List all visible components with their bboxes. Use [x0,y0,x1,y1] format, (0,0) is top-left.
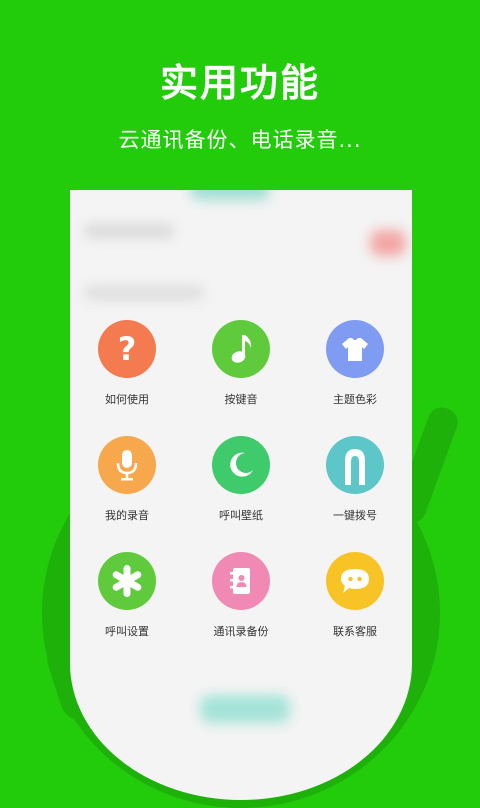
blurred-tab [190,190,270,200]
moon-icon [212,436,270,494]
tshirt-icon [326,320,384,378]
feature-one-key-dial[interactable]: 一键拨号 [298,436,412,534]
feature-label: 按键音 [224,393,258,406]
blurred-badge [370,230,406,256]
feature-label: 联系客服 [333,625,377,638]
feature-label: 通讯录备份 [213,625,269,638]
asterisk-icon [98,552,156,610]
page-subtitle: 云通讯备份、电话录音... [118,128,362,152]
feature-key-tone[interactable]: 按键音 [184,320,298,418]
blurred-button [200,695,290,723]
arch-icon [326,436,384,494]
feature-contacts-backup[interactable]: 通讯录备份 [184,552,298,650]
feature-contact-support[interactable]: 联系客服 [298,552,412,650]
contact-book-icon [212,552,270,610]
page-title: 实用功能 [159,61,320,105]
blurred-text [84,224,174,238]
svg-text:?: ? [118,332,137,366]
feature-label: 呼叫壁纸 [219,509,263,522]
feature-call-wallpaper[interactable]: 呼叫壁纸 [184,436,298,534]
music-note-icon [212,320,270,378]
phone-screen: ? 如何使用 按键音 主题色彩 我的录音 呼叫壁纸 一键拨号 呼叫设置 通讯录备… [70,190,412,800]
feature-grid: ? 如何使用 按键音 主题色彩 我的录音 呼叫壁纸 一键拨号 呼叫设置 通讯录备… [70,320,412,650]
feature-theme-color[interactable]: 主题色彩 [298,320,412,418]
feature-label: 主题色彩 [333,393,377,406]
microphone-icon [98,436,156,494]
question-icon: ? [98,320,156,378]
chat-bubble-icon [326,552,384,610]
feature-label: 如何使用 [105,393,149,406]
blurred-text [84,286,204,300]
feature-call-settings[interactable]: 呼叫设置 [70,552,184,650]
feature-label: 一键拨号 [333,509,377,522]
feature-label: 呼叫设置 [105,625,149,638]
feature-my-recordings[interactable]: 我的录音 [70,436,184,534]
feature-label: 我的录音 [105,509,149,522]
feature-how-to-use[interactable]: ? 如何使用 [70,320,184,418]
